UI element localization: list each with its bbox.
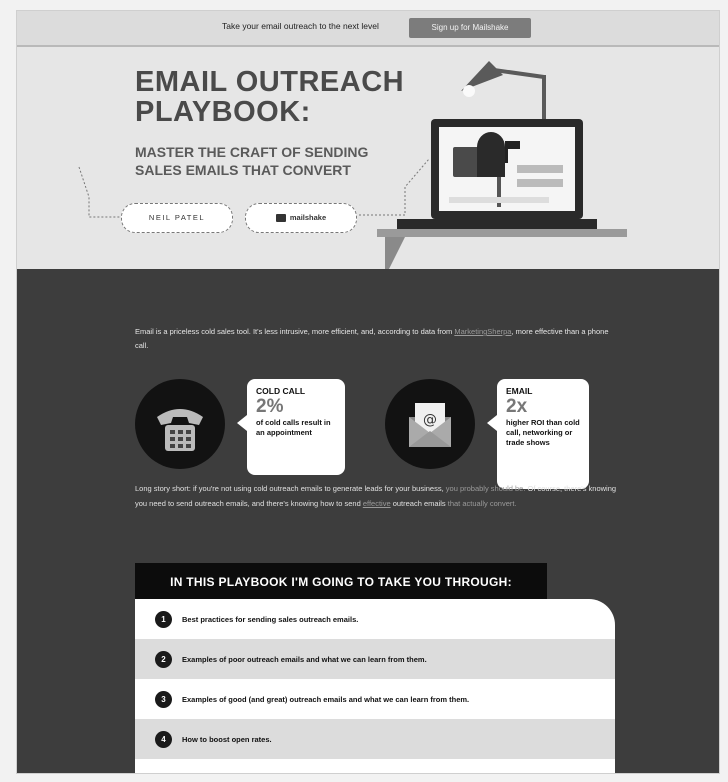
step-number-badge: 2 [155, 650, 172, 668]
playbook-header: IN THIS PLAYBOOK I'M GOING TO TAKE YOU T… [135, 563, 547, 601]
signup-button[interactable]: Sign up for Mailshake [409, 18, 531, 38]
mailshake-logo-text: mailshake [289, 213, 327, 222]
hero-title-line1: EMAIL OUTREACH [135, 66, 405, 98]
mailshake-logo[interactable]: mailshake [245, 203, 357, 233]
story-text-3: outreach emails [390, 499, 448, 508]
intro-paragraph: Email is a priceless cold sales tool. It… [135, 325, 615, 353]
neil-patel-logo[interactable]: NEIL PATEL [121, 203, 233, 233]
shelf [377, 229, 627, 237]
list-item-text: Best practices for sending sales outreac… [182, 614, 359, 624]
story-text-emphasis-2: that actually convert. [447, 499, 517, 508]
intro-text: Email is a priceless cold sales tool. It… [135, 327, 455, 336]
stat-description: of cold calls result in an appointment [256, 418, 331, 437]
envelope-icon: @ [385, 379, 475, 469]
cold-call-stat-card: COLD CALL 2% of cold calls result in an … [237, 379, 345, 475]
step-number-badge: 4 [155, 730, 172, 748]
story-paragraph: Long story short: if you're not using co… [135, 481, 625, 511]
hero-subtitle: MASTER THE CRAFT OF SENDING SALES EMAILS… [135, 143, 368, 179]
list-item-text: Examples of poor outreach emails and wha… [182, 654, 427, 664]
svg-text:@: @ [423, 412, 437, 428]
hero-subtitle-line2: SALES EMAILS THAT CONVERT [135, 162, 351, 178]
list-item[interactable]: 3 Examples of good (and great) outreach … [135, 679, 615, 719]
stat-label: EMAIL [506, 386, 533, 396]
step-number-badge: 1 [155, 610, 172, 628]
phone-icon [135, 379, 225, 469]
announcement-bar: Take your email outreach to the next lev… [17, 11, 719, 47]
stat-label: COLD CALL [256, 386, 306, 396]
step-number-badge: 3 [155, 690, 172, 708]
list-item-text: How to boost open rates. [182, 734, 272, 744]
list-item[interactable]: 2 Examples of poor outreach emails and w… [135, 639, 615, 679]
hero-title: EMAIL OUTREACH PLAYBOOK: [135, 67, 404, 127]
marketingsherpa-link[interactable]: MarketingSherpa [454, 327, 511, 336]
playbook-list: 1 Best practices for sending sales outre… [135, 599, 615, 773]
list-item-text: Examples of good (and great) outreach em… [182, 694, 470, 704]
page-frame: Take your email outreach to the next lev… [16, 10, 720, 774]
hero-title-line2: PLAYBOOK: [135, 96, 311, 128]
laptop-base [397, 219, 597, 229]
content-section: Email is a priceless cold sales tool. It… [17, 269, 719, 773]
announcement-text: Take your email outreach to the next lev… [222, 21, 379, 31]
list-item[interactable]: 1 Best practices for sending sales outre… [135, 599, 615, 639]
email-stat-card: EMAIL 2x higher ROI than cold call, netw… [487, 379, 589, 489]
story-text-emphasis: you probably should be. [445, 484, 526, 493]
stat-value: 2% [256, 396, 284, 417]
mailshake-icon [275, 214, 286, 223]
hero-section: EMAIL OUTREACH PLAYBOOK: MASTER THE CRAF… [17, 47, 719, 269]
hero-subtitle-line1: MASTER THE CRAFT OF SENDING [135, 144, 369, 160]
stat-description: higher ROI than cold call, networking or… [506, 418, 580, 447]
list-item[interactable]: 4 How to boost open rates. [135, 719, 615, 759]
effective-link[interactable]: effective [363, 499, 391, 508]
stat-value: 2x [506, 396, 528, 417]
story-text: Long story short: if you're not using co… [135, 484, 446, 493]
